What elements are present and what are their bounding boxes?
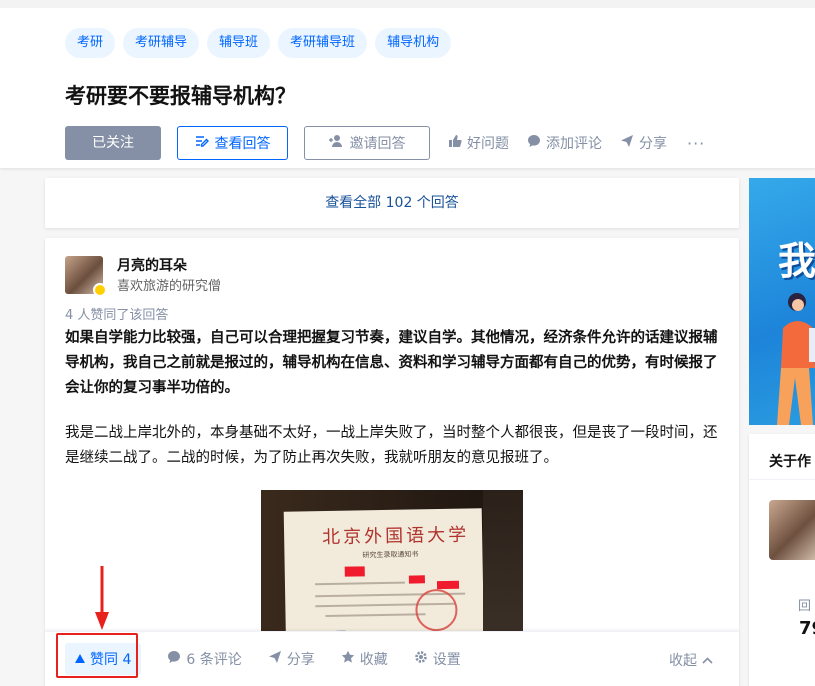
verified-badge-icon <box>93 283 107 297</box>
answer-action-bar: 赞同 4 6 条评论 分享 收藏 设置 收起 <box>45 631 739 686</box>
share-button[interactable]: 分享 <box>620 133 667 153</box>
author-avatar[interactable] <box>769 500 815 560</box>
share-button[interactable]: 分享 <box>268 649 315 669</box>
redaction-mark <box>408 575 425 584</box>
question-actions: 已关注 查看回答 邀请回答 好问题 添加评论 分享 ··· <box>65 126 705 160</box>
collapse-button[interactable]: 收起 <box>669 650 713 670</box>
share-icon <box>620 134 634 152</box>
favorite-button[interactable]: 收藏 <box>341 649 388 669</box>
text-line <box>314 581 405 586</box>
divider <box>749 479 815 480</box>
about-author-card: 关于作 回 79 <box>749 434 815 686</box>
annotation-highlight-box <box>56 633 138 678</box>
stat-label: 回 <box>798 599 812 614</box>
topic-tags: 考研 考研辅导 辅导班 考研辅导班 辅导机构 <box>65 28 452 58</box>
banner-illustration-icon <box>777 293 815 425</box>
stat-value: 79 <box>799 618 815 639</box>
comment-icon <box>167 650 181 668</box>
more-icon[interactable]: ··· <box>687 134 705 153</box>
share-icon <box>268 650 282 668</box>
topic-tag[interactable]: 考研 <box>65 28 116 58</box>
invite-answer-button[interactable]: 邀请回答 <box>304 126 430 160</box>
official-seal-icon <box>415 588 458 632</box>
add-comment-label: 添加评论 <box>546 136 602 152</box>
share-label: 分享 <box>639 136 667 152</box>
comments-button[interactable]: 6 条评论 <box>167 649 242 669</box>
pen-icon <box>195 134 209 152</box>
answer-paragraph: 如果自学能力比较强，自己可以合理把握复习节奏，建议自学。其他情况，经济条件允许的… <box>65 330 718 396</box>
comment-icon <box>527 134 541 152</box>
good-question-button[interactable]: 好问题 <box>448 133 509 153</box>
topic-tag[interactable]: 考研辅导班 <box>278 28 368 58</box>
add-user-icon <box>328 134 344 152</box>
thumbs-up-icon <box>448 134 462 152</box>
view-all-answers-link[interactable]: 查看全部 102 个回答 <box>45 178 739 228</box>
photo-edge <box>483 490 523 650</box>
view-answer-label: 查看回答 <box>214 136 271 152</box>
avatar[interactable] <box>65 256 107 297</box>
document-subtitle: 研究生录取通知书 <box>362 550 419 560</box>
settings-label: 设置 <box>432 652 461 668</box>
view-answer-button[interactable]: 查看回答 <box>177 126 288 160</box>
banner-text: 我 <box>778 239 815 283</box>
vote-summary: 4 人赞同了该回答 <box>65 308 169 323</box>
share-label: 分享 <box>286 652 315 668</box>
star-icon <box>341 650 355 668</box>
favorite-label: 收藏 <box>359 652 388 668</box>
promo-banner[interactable]: 我 <box>749 178 815 425</box>
question-header: 考研 考研辅导 辅导班 考研辅导班 辅导机构 考研要不要报辅导机构？ 已关注 查… <box>0 0 815 168</box>
text-line <box>325 613 426 618</box>
topic-tag[interactable]: 辅导班 <box>207 28 271 58</box>
comments-label: 6 条评论 <box>186 652 242 668</box>
settings-button[interactable]: 设置 <box>414 649 461 669</box>
about-author-title: 关于作 <box>769 454 811 470</box>
gear-icon <box>414 650 428 668</box>
answer-paragraph: 我是二战上岸北外的，本身基础不太好，一战上岸失败了，当时整个人都很丧，但是丧了一… <box>65 425 718 466</box>
add-comment-button[interactable]: 添加评论 <box>527 133 602 153</box>
document-title: 北京外国语大学 <box>321 524 470 549</box>
redaction-mark <box>344 566 365 577</box>
question-title: 考研要不要报辅导机构？ <box>65 84 296 108</box>
annotation-arrow-icon <box>95 566 109 630</box>
redaction-mark <box>436 580 460 590</box>
admission-document: 北京外国语大学 研究生录取通知书 <box>283 508 485 650</box>
collapse-label: 收起 <box>669 653 697 669</box>
answer-card: 月亮的耳朵 喜欢旅游的研究僧 4 人赞同了该回答 如果自学能力比较强，自己可以合… <box>45 238 739 686</box>
followed-button[interactable]: 已关注 <box>65 126 161 160</box>
author-name[interactable]: 月亮的耳朵 <box>117 255 187 275</box>
admission-letter-photo[interactable]: 北京外国语大学 研究生录取通知书 <box>261 490 523 650</box>
invite-label: 邀请回答 <box>349 136 406 152</box>
author-bio: 喜欢旅游的研究僧 <box>117 279 222 294</box>
topic-tag[interactable]: 考研辅导 <box>123 28 200 58</box>
good-question-label: 好问题 <box>467 136 509 152</box>
topic-tag[interactable]: 辅导机构 <box>375 28 452 58</box>
chevron-up-icon <box>702 652 713 668</box>
